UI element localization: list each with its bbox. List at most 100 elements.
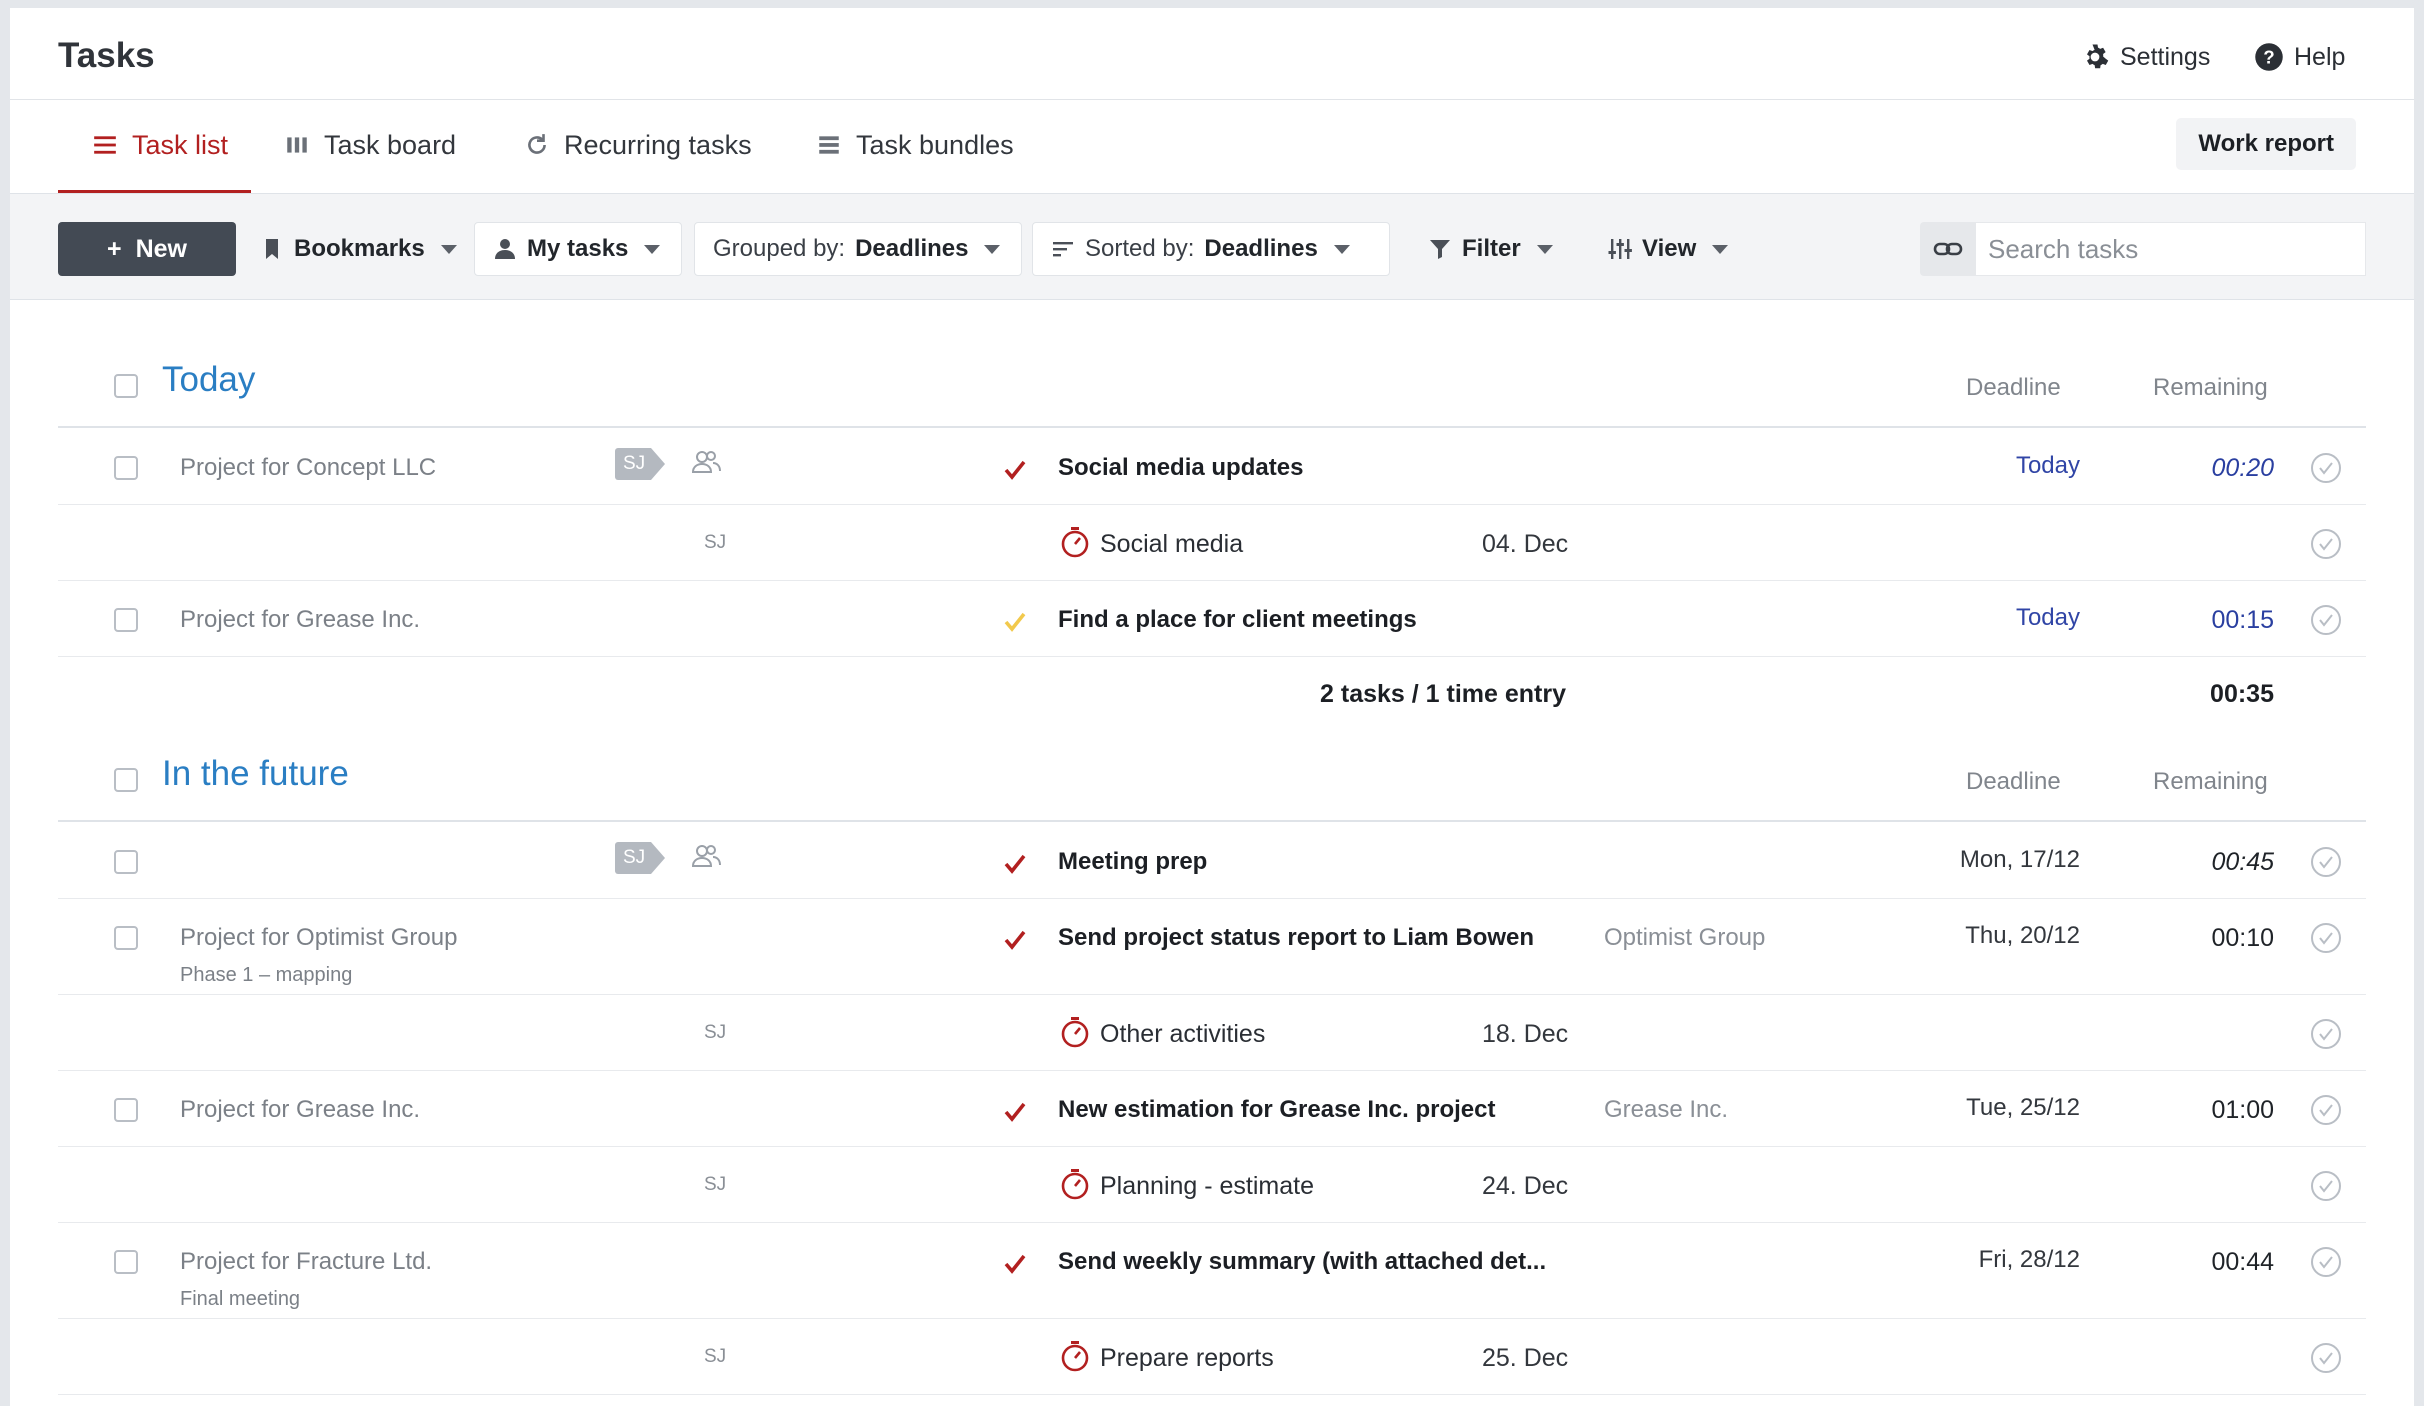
tab-recurring-tasks[interactable]: Recurring tasks <box>524 100 752 190</box>
complete-circle-icon[interactable] <box>2310 452 2342 484</box>
settings-link[interactable]: Settings <box>2080 42 2210 72</box>
deadline-value: Today <box>2015 604 2080 631</box>
remaining-column-header[interactable]: Remaining <box>2153 374 2268 402</box>
project-name[interactable]: Project for Fracture Ltd. <box>180 1248 432 1276</box>
row-checkbox[interactable] <box>114 1250 138 1274</box>
row-checkbox[interactable] <box>114 1098 138 1122</box>
caret-down-icon <box>1333 244 1350 254</box>
list-icon <box>94 136 116 154</box>
filter-icon <box>1430 240 1450 259</box>
tab-label: Recurring tasks <box>564 129 752 160</box>
user-initials: SJ <box>704 1022 727 1043</box>
board-icon <box>287 137 307 153</box>
task-title[interactable]: Send weekly summary (with attached det..… <box>1058 1248 1546 1276</box>
group-divider <box>58 820 2366 822</box>
project-name[interactable]: Project for Grease Inc. <box>180 606 420 634</box>
project-name[interactable]: Project for Concept LLC <box>180 454 436 482</box>
row-checkbox[interactable] <box>114 850 138 874</box>
link-icon-button[interactable] <box>1920 222 1976 276</box>
page-title: Tasks <box>58 36 155 75</box>
sort-icon <box>1053 242 1073 257</box>
tag-label: SJ <box>615 842 652 874</box>
group-checkbox[interactable] <box>114 768 138 792</box>
deadline-column-header[interactable]: Deadline <box>1966 374 2061 402</box>
grouped-by-dropdown[interactable]: Grouped by: Deadlines <box>694 222 1022 276</box>
help-label: Help <box>2294 42 2346 71</box>
sorted-by-dropdown[interactable]: Sorted by: Deadlines <box>1032 222 1390 276</box>
link-icon <box>1933 242 1963 256</box>
tab-task-board[interactable]: Task board <box>284 100 456 190</box>
new-task-button[interactable]: + New <box>58 222 236 276</box>
group-title: Today <box>162 360 256 399</box>
deadline-value: Fri, 28/12 <box>1978 1246 2080 1273</box>
tab-task-list[interactable]: Task list <box>58 100 252 193</box>
view-dropdown[interactable]: View <box>1590 222 1746 276</box>
complete-circle-icon[interactable] <box>2310 1094 2342 1126</box>
tab-bar: Task list Task board Recurring tasks Tas… <box>10 100 2414 194</box>
remaining-value: 01:00 <box>2211 1096 2274 1124</box>
remaining-value: 00:15 <box>2211 606 2274 634</box>
complete-circle-icon[interactable] <box>2310 528 2342 560</box>
task-title[interactable]: New estimation for Grease Inc. project <box>1058 1096 1495 1124</box>
stopwatch-icon <box>1061 1017 1089 1048</box>
filter-dropdown[interactable]: Filter <box>1410 222 1571 276</box>
subproject-name: Phase 1 – mapping <box>180 964 353 986</box>
entry-date: 25. Dec <box>1482 1344 1569 1372</box>
deadline-column-header[interactable]: Deadline <box>1966 768 2061 796</box>
help-link[interactable]: ? Help <box>2254 42 2345 72</box>
help-icon: ? <box>2255 43 2283 71</box>
search-box <box>1920 222 2366 276</box>
group-total: 00:35 <box>2210 680 2274 708</box>
row-checkbox[interactable] <box>114 456 138 480</box>
plus-icon: + <box>106 234 122 263</box>
row-divider <box>58 1146 2366 1147</box>
row-divider <box>58 504 2366 505</box>
entry-title[interactable]: Planning - estimate <box>1100 1172 1314 1201</box>
complete-circle-icon[interactable] <box>2310 922 2342 954</box>
tab-task-bundles[interactable]: Task bundles <box>816 100 1014 190</box>
task-title[interactable]: Find a place for client meetings <box>1058 606 1417 634</box>
complete-circle-icon[interactable] <box>2310 1018 2342 1050</box>
complete-circle-icon[interactable] <box>2310 604 2342 636</box>
entry-title[interactable]: Other activities <box>1100 1020 1265 1049</box>
stopwatch-icon <box>1061 527 1089 558</box>
client-name: Optimist Group <box>1604 924 1766 951</box>
work-report-button[interactable]: Work report <box>2176 118 2356 170</box>
project-name[interactable]: Project for Grease Inc. <box>180 1096 420 1124</box>
search-input[interactable] <box>1976 222 2366 276</box>
checkmark-icon <box>1004 460 1026 480</box>
complete-circle-icon[interactable] <box>2310 1342 2342 1374</box>
bookmarks-dropdown[interactable]: Bookmarks <box>242 222 475 276</box>
deadline-value: Mon, 17/12 <box>1959 846 2080 873</box>
new-label: New <box>135 234 187 263</box>
checkmark-icon <box>1004 1102 1026 1122</box>
complete-circle-icon[interactable] <box>2310 846 2342 878</box>
task-title[interactable]: Social media updates <box>1058 454 1303 482</box>
row-divider <box>58 994 2366 995</box>
entry-title[interactable]: Social media <box>1100 530 1243 559</box>
task-title[interactable]: Meeting prep <box>1058 848 1207 876</box>
app-header: Tasks Settings ? Help <box>10 8 2414 100</box>
stopwatch-icon <box>1061 1169 1089 1200</box>
group-checkbox[interactable] <box>114 374 138 398</box>
tab-label: Task list <box>132 129 229 160</box>
project-name[interactable]: Project for Optimist Group <box>180 924 457 952</box>
grouped-prefix: Grouped by: <box>713 235 846 262</box>
caret-down-icon <box>644 244 661 254</box>
complete-circle-icon[interactable] <box>2310 1170 2342 1202</box>
stopwatch-icon <box>1061 1341 1089 1372</box>
refresh-icon <box>528 134 546 154</box>
view-label: View <box>1642 235 1697 262</box>
my-tasks-dropdown[interactable]: My tasks <box>474 222 682 276</box>
row-checkbox[interactable] <box>114 608 138 632</box>
entry-title[interactable]: Prepare reports <box>1100 1344 1274 1373</box>
user-initials: SJ <box>704 1174 727 1195</box>
complete-circle-icon[interactable] <box>2310 1246 2342 1278</box>
entry-date: 18. Dec <box>1482 1020 1569 1048</box>
row-divider <box>58 580 2366 581</box>
remaining-column-header[interactable]: Remaining <box>2153 768 2268 796</box>
remaining-value: 00:10 <box>2211 924 2274 952</box>
task-title[interactable]: Send project status report to Liam Bowen <box>1058 924 1534 952</box>
caret-down-icon <box>440 244 457 254</box>
row-checkbox[interactable] <box>114 926 138 950</box>
